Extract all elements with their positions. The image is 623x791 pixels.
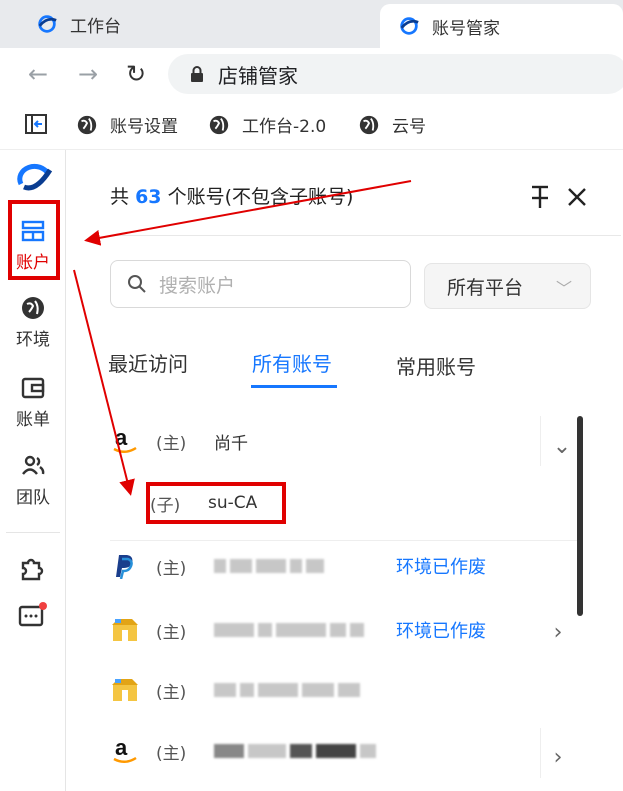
annotation-arrows [73, 180, 412, 496]
annotation-arrow [73, 269, 135, 496]
annotation-arrow [84, 180, 412, 246]
